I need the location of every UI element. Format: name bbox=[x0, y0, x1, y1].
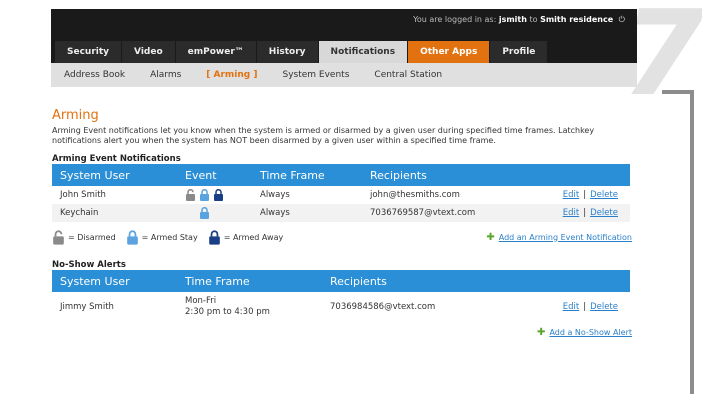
subnav-arming[interactable]: [ Arming ] bbox=[206, 70, 257, 80]
delete-link[interactable]: Delete bbox=[590, 208, 618, 218]
armed-away-lock-icon bbox=[208, 229, 221, 245]
main-tabs: Security Video emPower™ History Notifica… bbox=[55, 41, 548, 63]
row-recipients: 7036769587@vtext.com bbox=[362, 204, 520, 222]
legend-disarmed: = Disarmed bbox=[52, 229, 116, 245]
tab-history[interactable]: History bbox=[256, 41, 318, 63]
arming-table: System User Event Time Frame Recipients … bbox=[52, 164, 630, 222]
legend-armed-away-label: = Armed Away bbox=[223, 232, 284, 242]
table-row: John Smith Always john@thesmiths.com Edi… bbox=[52, 186, 630, 204]
row-hours: 2:30 pm to 4:30 pm bbox=[185, 307, 270, 317]
legend-armed-stay-label: = Armed Stay bbox=[141, 232, 198, 242]
legend-armed-stay: = Armed Stay bbox=[126, 229, 198, 245]
arming-section-title: Arming Event Notifications bbox=[52, 154, 181, 164]
row-user: Keychain bbox=[52, 204, 177, 222]
row-user: John Smith bbox=[60, 190, 106, 200]
col-actions bbox=[520, 270, 630, 292]
disarmed-lock-icon bbox=[52, 229, 65, 245]
col-system-user: System User bbox=[60, 168, 130, 182]
noshow-section-title: No-Show Alerts bbox=[52, 260, 126, 270]
row-events bbox=[177, 204, 252, 222]
username: jsmith bbox=[498, 15, 527, 24]
add-noshow-alert[interactable]: ✚ Add a No-Show Alert bbox=[537, 327, 632, 338]
col-time-frame: Time Frame bbox=[185, 274, 250, 288]
table-row: Jimmy Smith Mon-Fri 2:30 pm to 4:30 pm 7… bbox=[52, 292, 630, 322]
col-event: Event bbox=[185, 168, 217, 182]
logout-power-icon[interactable]: ⏻ bbox=[619, 15, 625, 24]
residence-name: Smith residence bbox=[540, 15, 614, 24]
delete-link[interactable]: Delete bbox=[590, 190, 618, 200]
noshow-table: System User Time Frame Recipients Jimmy … bbox=[52, 270, 630, 322]
tab-profile[interactable]: Profile bbox=[490, 41, 548, 63]
armed-stay-lock-icon bbox=[199, 188, 210, 201]
tab-security[interactable]: Security bbox=[55, 41, 122, 63]
row-actions: Edit | Delete bbox=[520, 186, 630, 204]
row-time-frame: Always bbox=[260, 190, 290, 200]
armed-stay-lock-icon bbox=[199, 206, 210, 219]
disarmed-lock-icon bbox=[185, 188, 196, 201]
row-recipients: john@thesmiths.com bbox=[370, 190, 460, 200]
noshow-table-header: System User Time Frame Recipients bbox=[52, 270, 630, 292]
edit-link[interactable]: Edit bbox=[563, 190, 579, 200]
subnav-address-book[interactable]: Address Book bbox=[64, 70, 125, 80]
add-noshow-row: ✚ Add a No-Show Alert bbox=[52, 322, 632, 342]
legend-disarmed-label: = Disarmed bbox=[68, 232, 116, 242]
login-status: You are logged in as: jsmith to Smith re… bbox=[413, 15, 625, 25]
add-plus-icon: ✚ bbox=[537, 326, 546, 338]
top-header: You are logged in as: jsmith to Smith re… bbox=[51, 9, 637, 63]
row-events bbox=[177, 186, 252, 204]
row-time-frame: Always bbox=[252, 204, 362, 222]
row-days: Mon-Fri bbox=[185, 296, 217, 306]
page: 7 You are logged in as: jsmith to Smith … bbox=[0, 0, 702, 394]
row-time-frame: Mon-Fri 2:30 pm to 4:30 pm bbox=[177, 292, 322, 322]
tab-video[interactable]: Video bbox=[122, 41, 175, 63]
action-separator: | bbox=[583, 190, 587, 200]
sub-navigation: Address Book Alarms [ Arming ] System Ev… bbox=[51, 63, 637, 87]
action-separator: | bbox=[583, 302, 587, 312]
col-recipients: Recipients bbox=[370, 168, 427, 182]
subnav-alarms[interactable]: Alarms bbox=[150, 70, 181, 80]
table-row: Keychain Always 7036769587@vtext.com Edi… bbox=[52, 204, 630, 222]
row-recipients: 7036984586@vtext.com bbox=[330, 302, 436, 312]
page-border-rule bbox=[690, 92, 694, 394]
add-noshow-alert-link[interactable]: Add a No-Show Alert bbox=[549, 328, 632, 337]
row-actions: Edit | Delete bbox=[520, 204, 630, 222]
col-system-user: System User bbox=[60, 274, 130, 288]
legend-armed-away: = Armed Away bbox=[208, 229, 284, 245]
page-border-rule-cap bbox=[662, 90, 694, 94]
add-arming-notification[interactable]: ✚ Add an Arming Event Notification bbox=[486, 232, 632, 243]
main-content: Arming Arming Event notifications let yo… bbox=[52, 108, 632, 342]
add-plus-icon: ✚ bbox=[486, 231, 495, 243]
action-separator: | bbox=[583, 208, 587, 218]
tab-other-apps[interactable]: Other Apps bbox=[408, 41, 490, 63]
subnav-system-events[interactable]: System Events bbox=[283, 70, 350, 80]
col-recipients: Recipients bbox=[330, 274, 387, 288]
armed-stay-lock-icon bbox=[126, 229, 139, 245]
tab-empower[interactable]: emPower™ bbox=[175, 41, 256, 63]
edit-link[interactable]: Edit bbox=[563, 302, 579, 312]
page-title: Arming bbox=[52, 108, 99, 123]
edit-link[interactable]: Edit bbox=[563, 208, 579, 218]
login-mid: to bbox=[529, 15, 538, 24]
col-actions bbox=[520, 164, 630, 186]
row-actions: Edit | Delete bbox=[520, 292, 630, 322]
armed-away-lock-icon bbox=[213, 188, 224, 201]
arming-table-header: System User Event Time Frame Recipients bbox=[52, 164, 630, 186]
subnav-central-station[interactable]: Central Station bbox=[374, 70, 442, 80]
lock-legend: = Disarmed = Armed Stay = Armed Away ✚ A… bbox=[52, 226, 632, 248]
col-time-frame: Time Frame bbox=[260, 168, 325, 182]
arming-description: Arming Event notifications let you know … bbox=[52, 126, 595, 145]
row-user: Jimmy Smith bbox=[60, 302, 114, 312]
tab-notifications[interactable]: Notifications bbox=[318, 41, 408, 63]
delete-link[interactable]: Delete bbox=[590, 302, 618, 312]
add-arming-notification-link[interactable]: Add an Arming Event Notification bbox=[499, 233, 632, 242]
login-prefix: You are logged in as: bbox=[413, 15, 497, 24]
